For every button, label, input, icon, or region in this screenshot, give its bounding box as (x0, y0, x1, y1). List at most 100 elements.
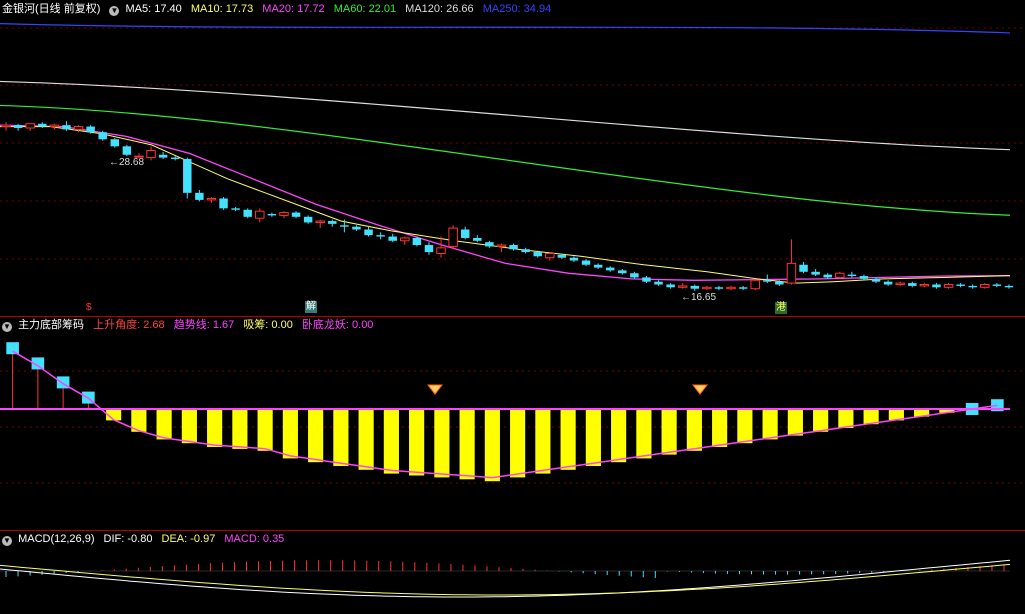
sub1-title: 主力底部筹码 (18, 319, 85, 331)
chip-bar (661, 409, 677, 455)
candle-body (352, 226, 361, 230)
chip-bar (686, 409, 702, 451)
chip-bar (434, 409, 450, 478)
indicator-panel-macd: ▼ MACD(12,26,9) DIF: -0.80 DEA: -0.97 MA… (0, 530, 1025, 614)
candle-body (642, 277, 651, 282)
candle-body (714, 287, 724, 289)
candle-body (908, 283, 917, 286)
candle-body (1004, 285, 1014, 288)
ma60-label: MA60: 22.01 (333, 3, 397, 15)
chip-bar (535, 409, 551, 474)
high-price-label: ←28.68 (109, 157, 145, 168)
candlestick-chart[interactable] (0, 0, 1025, 316)
candle-body (448, 227, 458, 247)
candle-body (243, 209, 252, 217)
candle-body (786, 262, 797, 284)
candle-body (62, 125, 71, 130)
candle-body (13, 125, 23, 128)
absorb-label: 吸筹: 0.00 (243, 319, 293, 331)
high-price-value: 28.68 (119, 157, 145, 168)
ma120-label: MA120: 26.66 (405, 3, 474, 15)
candle-body (86, 126, 95, 133)
stock-title: 金银河(日线 前复权) (2, 3, 101, 15)
ma5-label: MA5: 17.40 (125, 3, 182, 15)
main-chart-panel: 金银河(日线 前复权) ▼ MA5: 17.40 MA10: 17.73 MA2… (0, 0, 1025, 316)
dea-label: DEA: -0.97 (161, 533, 216, 545)
candle-body (206, 197, 217, 201)
chip-bar (282, 409, 298, 459)
candle-body (702, 286, 712, 290)
chip-bar (636, 409, 652, 459)
dragon-label: 卧底龙妖: 0.00 (301, 319, 374, 331)
candle-body (943, 283, 954, 288)
marker-dollar: $ (86, 302, 92, 313)
chips-indicator-chart[interactable] (0, 317, 1025, 530)
candle-body (545, 252, 555, 259)
candle-body (473, 237, 482, 241)
dea-line (0, 563, 1011, 596)
chip-bar (585, 409, 601, 466)
candle-body (932, 284, 941, 288)
chip-bar (838, 409, 854, 428)
candle-body (340, 225, 349, 227)
candle-body (581, 260, 591, 265)
candle-body (49, 124, 60, 128)
candle-body (521, 249, 530, 253)
rise-angle-label: 上升角度: 2.68 (93, 319, 165, 331)
candle-body (388, 236, 397, 241)
candle-body (823, 274, 832, 278)
ma10-label: MA10: 17.73 (190, 3, 254, 15)
collapse-icon[interactable]: ▼ (2, 322, 12, 332)
candle-body (859, 276, 869, 279)
candle-body (569, 257, 579, 261)
candle-body (509, 245, 518, 250)
ma250-label: MA250: 34.94 (482, 3, 552, 15)
candle-body (195, 192, 204, 200)
candle-body (738, 287, 748, 289)
candle-body (895, 282, 905, 285)
candle-body (364, 229, 373, 236)
candle-body (992, 284, 1002, 286)
candle-body (400, 237, 410, 242)
chip-bar (484, 409, 500, 482)
candle-body (146, 150, 156, 159)
candle-body (436, 247, 446, 254)
chip-bar (813, 409, 829, 432)
candle-body (690, 285, 700, 289)
macd-title: MACD(12,26,9) (18, 533, 95, 545)
candle-body (291, 212, 301, 217)
chip-bar (308, 409, 324, 463)
candle-body (654, 281, 663, 285)
candle-body (677, 285, 688, 288)
chip-bar (712, 409, 728, 447)
sub1-legend: ▼ 主力底部筹码 上升角度: 2.68 趋势线: 1.67 吸筹: 0.00 卧… (2, 318, 379, 332)
candle-body (726, 286, 736, 290)
ma20-label: MA20: 17.72 (262, 3, 325, 15)
candle-body (231, 208, 240, 210)
candle-body (956, 284, 965, 286)
collapse-icon[interactable]: ▼ (2, 536, 12, 546)
chip-bar (611, 409, 627, 463)
chip-bar (156, 409, 172, 440)
candle-body (255, 210, 265, 219)
candle-body (98, 132, 107, 140)
indicator-panel-chips: ▼ 主力底部筹码 上升角度: 2.68 趋势线: 1.67 吸筹: 0.00 卧… (0, 316, 1025, 531)
diamond-marker (691, 384, 709, 395)
macd-legend: ▼ MACD(12,26,9) DIF: -0.80 DEA: -0.97 MA… (2, 532, 290, 546)
candle-body (750, 279, 760, 290)
candle-body (533, 252, 542, 257)
candle-body (122, 146, 132, 155)
chip-bar (510, 409, 526, 478)
chip-bar (560, 409, 576, 470)
main-legend: 金银河(日线 前复权) ▼ MA5: 17.40 MA10: 17.73 MA2… (2, 2, 557, 16)
candle-body (376, 235, 385, 237)
low-price-label: ←16.65 (681, 292, 717, 303)
candle-body (593, 264, 603, 268)
candle-body (73, 126, 84, 130)
candle-body (883, 281, 893, 285)
candle-body (605, 267, 615, 271)
candle-body (871, 278, 881, 282)
candle-body (485, 242, 494, 247)
collapse-icon[interactable]: ▼ (109, 6, 120, 16)
chip-bar (762, 409, 778, 440)
